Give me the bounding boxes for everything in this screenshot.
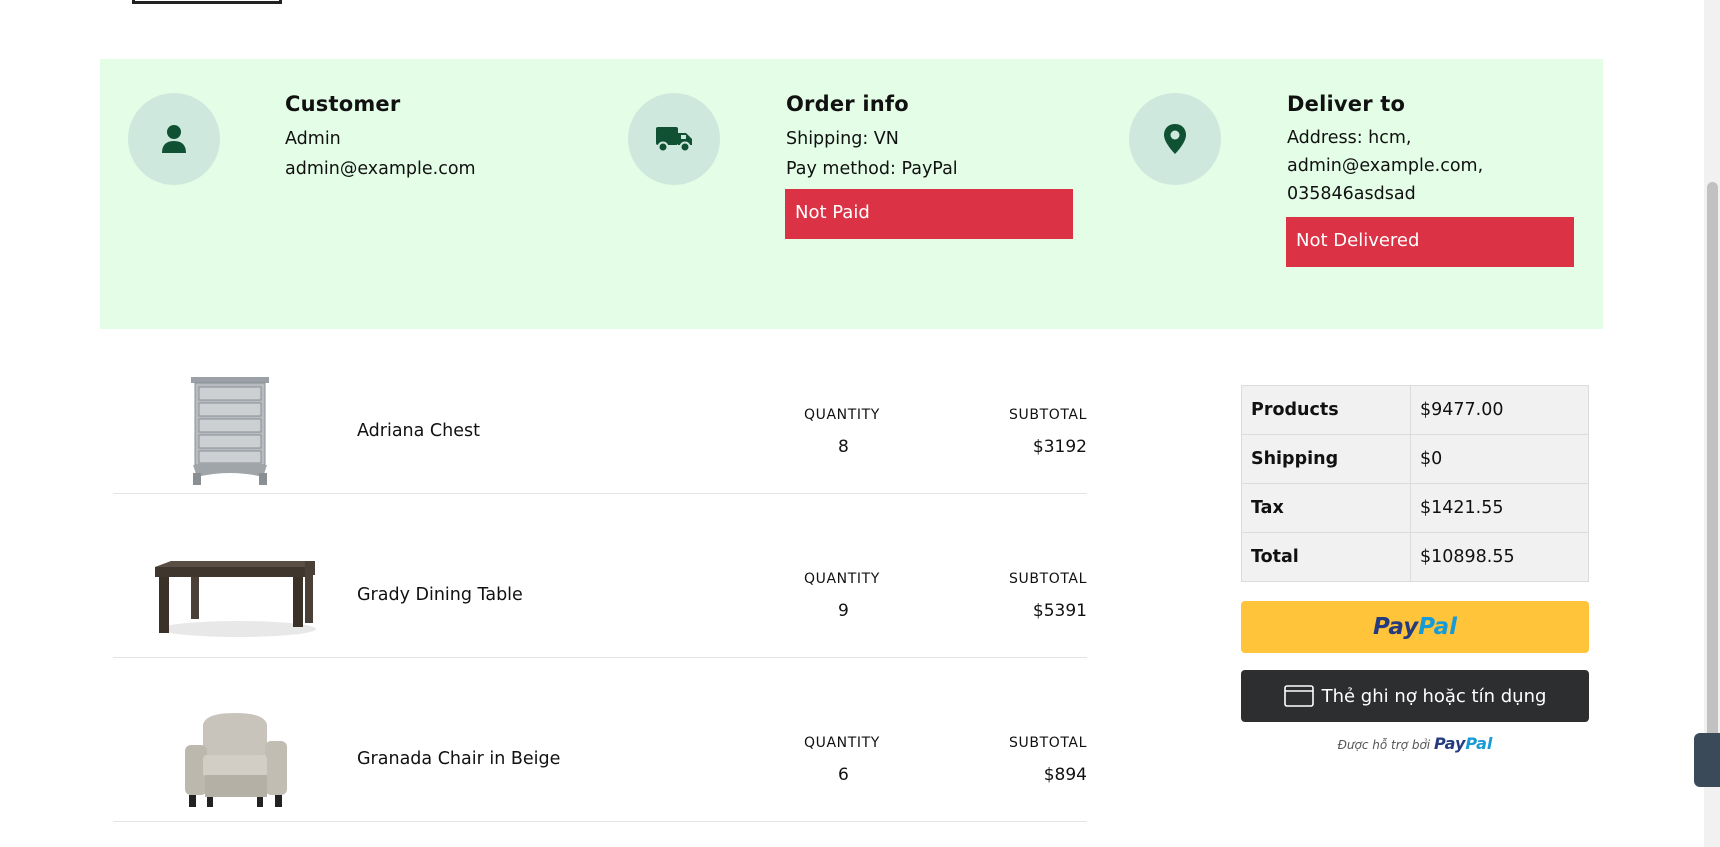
scrollbar-thumb[interactable] [1707,182,1718,742]
powered-paypal-pal: Pal [1465,734,1493,753]
powered-by-text: Được hỗ trợ bởi [1337,738,1431,752]
subtotal-label: SUBTOTAL [1009,571,1087,587]
summary-row: Total $10898.55 [1241,532,1589,582]
debit-credit-card-button[interactable]: Thẻ ghi nợ hoặc tín dụng [1241,670,1589,722]
summary-row: Tax $1421.55 [1241,483,1589,533]
order-info-block: Order info Shipping: VN Pay method: PayP… [786,92,958,184]
top-partial-box [132,0,282,4]
side-widget-tab[interactable] [1694,733,1720,787]
order-item-row: Granada Chair in Beige QUANTITY 6 SUBTOT… [113,657,1087,822]
summary-label: Shipping [1241,434,1411,484]
summary-value: $9477.00 [1410,385,1589,435]
user-icon [162,125,186,153]
powered-by-paypal: Được hỗ trợ bởi PayPal [1241,734,1589,753]
product-image[interactable] [183,711,293,811]
deliver-block: Deliver to Address: hcm, admin@example.c… [1287,92,1483,208]
quantity-label: QUANTITY [804,571,880,587]
quantity-label: QUANTITY [804,735,880,751]
quantity-value: 6 [838,765,849,785]
delivery-status-badge: Not Delivered [1286,217,1574,267]
product-name[interactable]: Granada Chair in Beige [357,749,560,769]
summary-value: $1421.55 [1410,483,1589,533]
paypal-button[interactable]: Pay Pal [1241,601,1589,653]
subtotal-value: $5391 [1032,601,1087,621]
subtotal-value: $894 [1043,765,1087,785]
map-pin-icon [1164,124,1186,154]
quantity-label: QUANTITY [804,407,880,423]
credit-card-icon [1283,685,1314,707]
summary-row: Products $9477.00 [1241,385,1589,435]
deliver-title: Deliver to [1287,92,1406,116]
deliver-email: admin@example.com, [1287,156,1484,176]
customer-icon-circle [128,93,220,185]
product-name[interactable]: Grady Dining Table [357,585,523,605]
order-summary-table: Products $9477.00 Shipping $0 Tax $1421.… [1241,385,1589,582]
subtotal-label: SUBTOTAL [1009,407,1087,423]
powered-paypal-pay: Pay [1433,734,1466,753]
quantity-value: 8 [838,437,849,457]
subtotal-value: $3192 [1032,437,1087,457]
product-image[interactable] [189,377,271,487]
deliver-address: Address: hcm, [1287,128,1412,148]
order-item-row: Grady Dining Table QUANTITY 9 SUBTOTAL $… [113,493,1087,658]
summary-label: Total [1241,532,1411,582]
summary-value: $0 [1410,434,1589,484]
customer-block: Customer Admin admin@example.com [285,92,476,184]
quantity-value: 9 [838,601,849,621]
page-scrollbar[interactable] [1704,0,1720,847]
paypal-logo-pal: Pal [1418,614,1457,640]
order-shipping: Shipping: VN [786,129,899,149]
customer-title: Customer [285,92,401,116]
customer-name: Admin [285,129,341,149]
paypal-logo-pay: Pay [1373,614,1419,640]
deliver-icon-circle [1129,93,1221,185]
order-item-row: Adriana Chest QUANTITY 8 SUBTOTAL $3192 [113,329,1087,494]
order-info-title: Order info [786,92,909,116]
subtotal-label: SUBTOTAL [1009,735,1087,751]
order-pay-method: Pay method: PayPal [786,159,958,179]
summary-row: Shipping $0 [1241,434,1589,484]
product-name[interactable]: Adriana Chest [357,421,480,441]
order-icon-circle [628,93,720,185]
product-image[interactable] [155,561,316,637]
card-button-label: Thẻ ghi nợ hoặc tín dụng [1321,685,1547,707]
order-info-panel: Customer Admin admin@example.com Order i… [100,59,1603,329]
truck-icon [656,127,692,153]
summary-label: Tax [1241,483,1411,533]
summary-value: $10898.55 [1410,532,1589,582]
customer-email: admin@example.com [285,159,476,179]
deliver-phone: 035846asdsad [1287,184,1416,204]
summary-label: Products [1241,385,1411,435]
paid-status-badge: Not Paid [785,189,1073,239]
